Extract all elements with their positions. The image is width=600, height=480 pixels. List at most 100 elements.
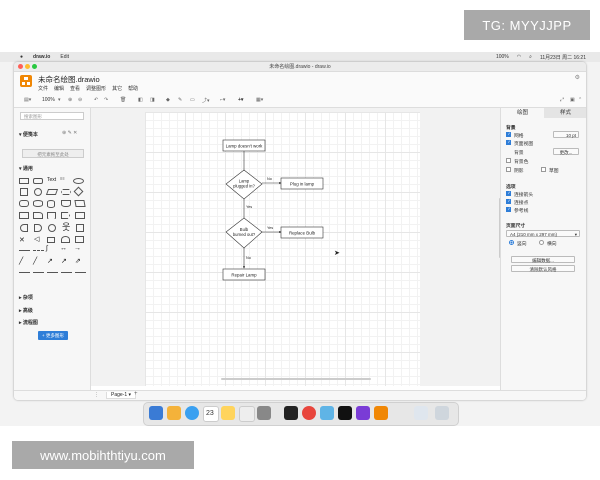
horizontal-scrollbar[interactable] [221, 378, 371, 380]
general-section[interactable]: ▾ 通用 [19, 165, 33, 172]
notes-icon[interactable] [221, 406, 235, 420]
file-name[interactable]: 未命名绘图.drawio [38, 74, 100, 85]
edit-data-button[interactable]: 编辑数据... [511, 256, 575, 263]
delete-icon[interactable]: 🗑 [120, 97, 126, 103]
calendar-icon[interactable]: 23 [203, 406, 219, 422]
chrome-icon[interactable] [302, 406, 316, 420]
edge-3-shape[interactable] [47, 272, 58, 273]
half-circle-shape[interactable] [61, 236, 70, 243]
ellipse-shape[interactable] [73, 178, 84, 184]
fullscreen-icon[interactable]: ⤢ [560, 97, 564, 103]
guides-checkbox[interactable] [506, 206, 511, 212]
qq-icon[interactable] [338, 406, 352, 420]
connector-shape[interactable]: ╱ [33, 257, 37, 265]
connection-arrows-checkbox[interactable] [506, 190, 511, 196]
to-back-icon[interactable]: ◨ [150, 97, 155, 103]
menu-extras[interactable]: 其它 [112, 85, 122, 92]
fill-color-icon[interactable]: ◆ [166, 97, 170, 103]
landscape-radio[interactable] [539, 240, 544, 245]
flowchart-section[interactable]: ▸ 流程图 [19, 319, 38, 326]
background-image-checkbox[interactable] [506, 158, 511, 163]
to-front-icon[interactable]: ◧ [138, 97, 143, 103]
search-icon[interactable]: ⌕ [529, 54, 532, 61]
sketch-checkbox[interactable] [541, 167, 546, 172]
redo-icon[interactable]: ↷ [104, 97, 108, 103]
drawio-dock-icon[interactable] [374, 406, 388, 420]
scratchpad-dropzone[interactable]: 把元素拖至此处 [22, 149, 84, 158]
table-shape[interactable] [75, 236, 84, 243]
curve-shape[interactable]: ∫ [46, 245, 48, 252]
menu-view[interactable]: 查看 [70, 85, 80, 92]
note-shape[interactable] [33, 212, 43, 219]
triangle-shape[interactable]: ◁ [34, 235, 39, 243]
delay-shape[interactable] [20, 224, 28, 232]
portrait-radio[interactable] [509, 240, 514, 245]
diagram-page[interactable]: Lamp doesn't work Lamp plugged in? Plug … [145, 112, 420, 386]
misc-section[interactable]: ▸ 杂项 [19, 294, 33, 301]
scratchpad-section[interactable]: ▾ 便笺本 [19, 131, 38, 138]
menu-help[interactable]: 帮助 [128, 85, 138, 92]
arrow-diagonal-shape[interactable]: ↗ [61, 257, 67, 265]
or-shape[interactable] [34, 224, 42, 232]
launchpad-icon[interactable] [167, 406, 181, 420]
settings-icon[interactable] [257, 406, 271, 420]
connection-style-icon[interactable]: ⤴▾ [202, 97, 210, 104]
page-tab[interactable]: Page-1 ▾ [106, 392, 137, 399]
apple-icon[interactable]: ● [20, 54, 23, 60]
wifi-icon[interactable]: ◠ [517, 54, 521, 61]
list-shape[interactable] [47, 237, 55, 243]
page-view-checkbox[interactable] [506, 139, 511, 145]
xor-shape[interactable] [48, 224, 56, 232]
menu-edit[interactable]: 编辑 [54, 85, 64, 92]
dashed-line-shape[interactable] [33, 250, 44, 252]
change-background-button[interactable]: 更改... [553, 148, 579, 155]
trash-icon[interactable] [435, 406, 449, 420]
bidirectional-arrow-shape[interactable]: ↔ [60, 245, 67, 252]
cloud-shape[interactable] [33, 200, 43, 207]
finder-icon[interactable] [149, 406, 163, 420]
menubar-clock[interactable]: 11月23日 周二 16:21 [540, 54, 586, 61]
grid-checkbox[interactable] [506, 131, 511, 137]
line-shape[interactable] [19, 250, 30, 251]
circle-shape[interactable] [34, 188, 42, 196]
safari-icon[interactable] [185, 406, 199, 420]
tape-shape[interactable] [47, 212, 56, 219]
edge-2-shape[interactable] [33, 272, 44, 273]
menu-file[interactable]: 文件 [38, 85, 48, 92]
actor-shape[interactable]: 웃 [62, 222, 70, 232]
diagram-canvas[interactable]: Lamp doesn't work Lamp plugged in? Plug … [91, 108, 501, 386]
cylinder-shape[interactable] [47, 200, 55, 208]
container-shape[interactable] [76, 224, 84, 232]
text-shape[interactable]: Text [47, 177, 56, 183]
reminders-icon[interactable] [239, 406, 255, 422]
menubar-edit[interactable]: Edit [60, 54, 69, 60]
arrow-shape[interactable]: → [74, 245, 81, 252]
hexagon-shape[interactable] [61, 189, 71, 195]
advanced-section[interactable]: ▸ 高级 [19, 307, 33, 314]
waypoints-icon[interactable]: ⌐▾ [220, 97, 225, 103]
parallelogram-shape[interactable] [45, 189, 59, 195]
app-icon-purple[interactable] [356, 406, 370, 420]
edge-5-shape[interactable] [75, 272, 86, 273]
card-shape[interactable] [75, 212, 85, 219]
thick-arrow-shape[interactable]: ⇗ [75, 257, 81, 265]
menubar-app-name[interactable]: draw.io [33, 54, 50, 60]
step-shape[interactable] [61, 212, 70, 219]
square-shape[interactable] [20, 188, 28, 196]
line-color-icon[interactable]: ✎ [178, 97, 182, 103]
battery-indicator[interactable]: 100% [496, 54, 509, 61]
internal-storage-shape[interactable] [19, 212, 29, 219]
more-shapes-button[interactable]: + 更多图形 [38, 331, 68, 340]
clear-default-style-button[interactable]: 清除默认风格 [511, 265, 575, 272]
rounded-rectangle-shape[interactable] [33, 178, 43, 184]
scratchpad-actions-icon[interactable]: ⊕ ✎ ✕ [62, 130, 77, 136]
menu-arrange[interactable]: 调整图形 [86, 85, 106, 92]
rhombus-shape[interactable] [73, 186, 84, 197]
edge-shape[interactable] [19, 272, 30, 273]
connection-points-checkbox[interactable] [506, 198, 511, 204]
add-page-icon[interactable]: + [134, 391, 138, 397]
settings-gear-icon[interactable]: ⚙ [575, 74, 580, 81]
format-icon[interactable]: ▣ [570, 97, 575, 103]
page-menu-icon[interactable]: ⋮ [94, 392, 99, 398]
tab-diagram[interactable]: 绘图 [501, 108, 544, 118]
